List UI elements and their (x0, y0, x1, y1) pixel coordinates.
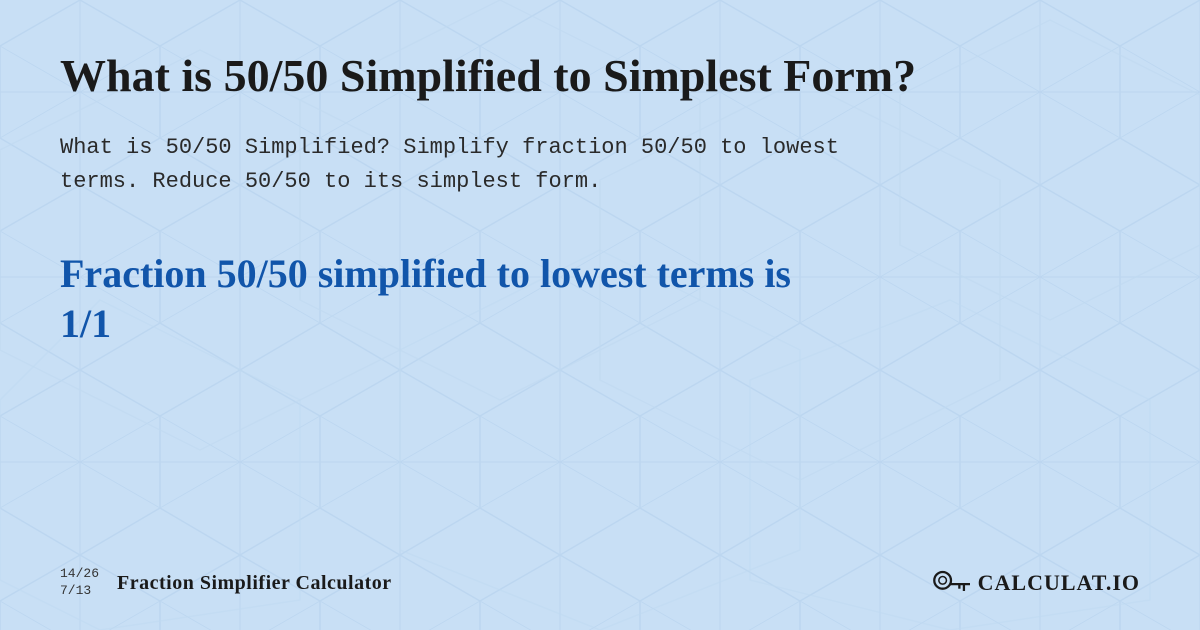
footer-logo: CALCULAT.IO (932, 569, 1140, 597)
page-title: What is 50/50 Simplified to Simplest For… (60, 48, 1140, 103)
logo-text: CALCULAT.IO (978, 570, 1140, 596)
key-icon (932, 569, 970, 597)
footer-left: 14/26 7/13 Fraction Simplifier Calculato… (60, 566, 392, 600)
footer: 14/26 7/13 Fraction Simplifier Calculato… (60, 556, 1140, 600)
fraction-top: 14/26 (60, 566, 99, 583)
description-paragraph: What is 50/50 Simplified? Simplify fract… (60, 131, 1140, 199)
footer-brand-label: Fraction Simplifier Calculator (117, 572, 392, 595)
fraction-display: 14/26 7/13 (60, 566, 99, 600)
fraction-bottom: 7/13 (60, 583, 99, 600)
result-heading: Fraction 50/50 simplified to lowest term… (60, 249, 1140, 349)
